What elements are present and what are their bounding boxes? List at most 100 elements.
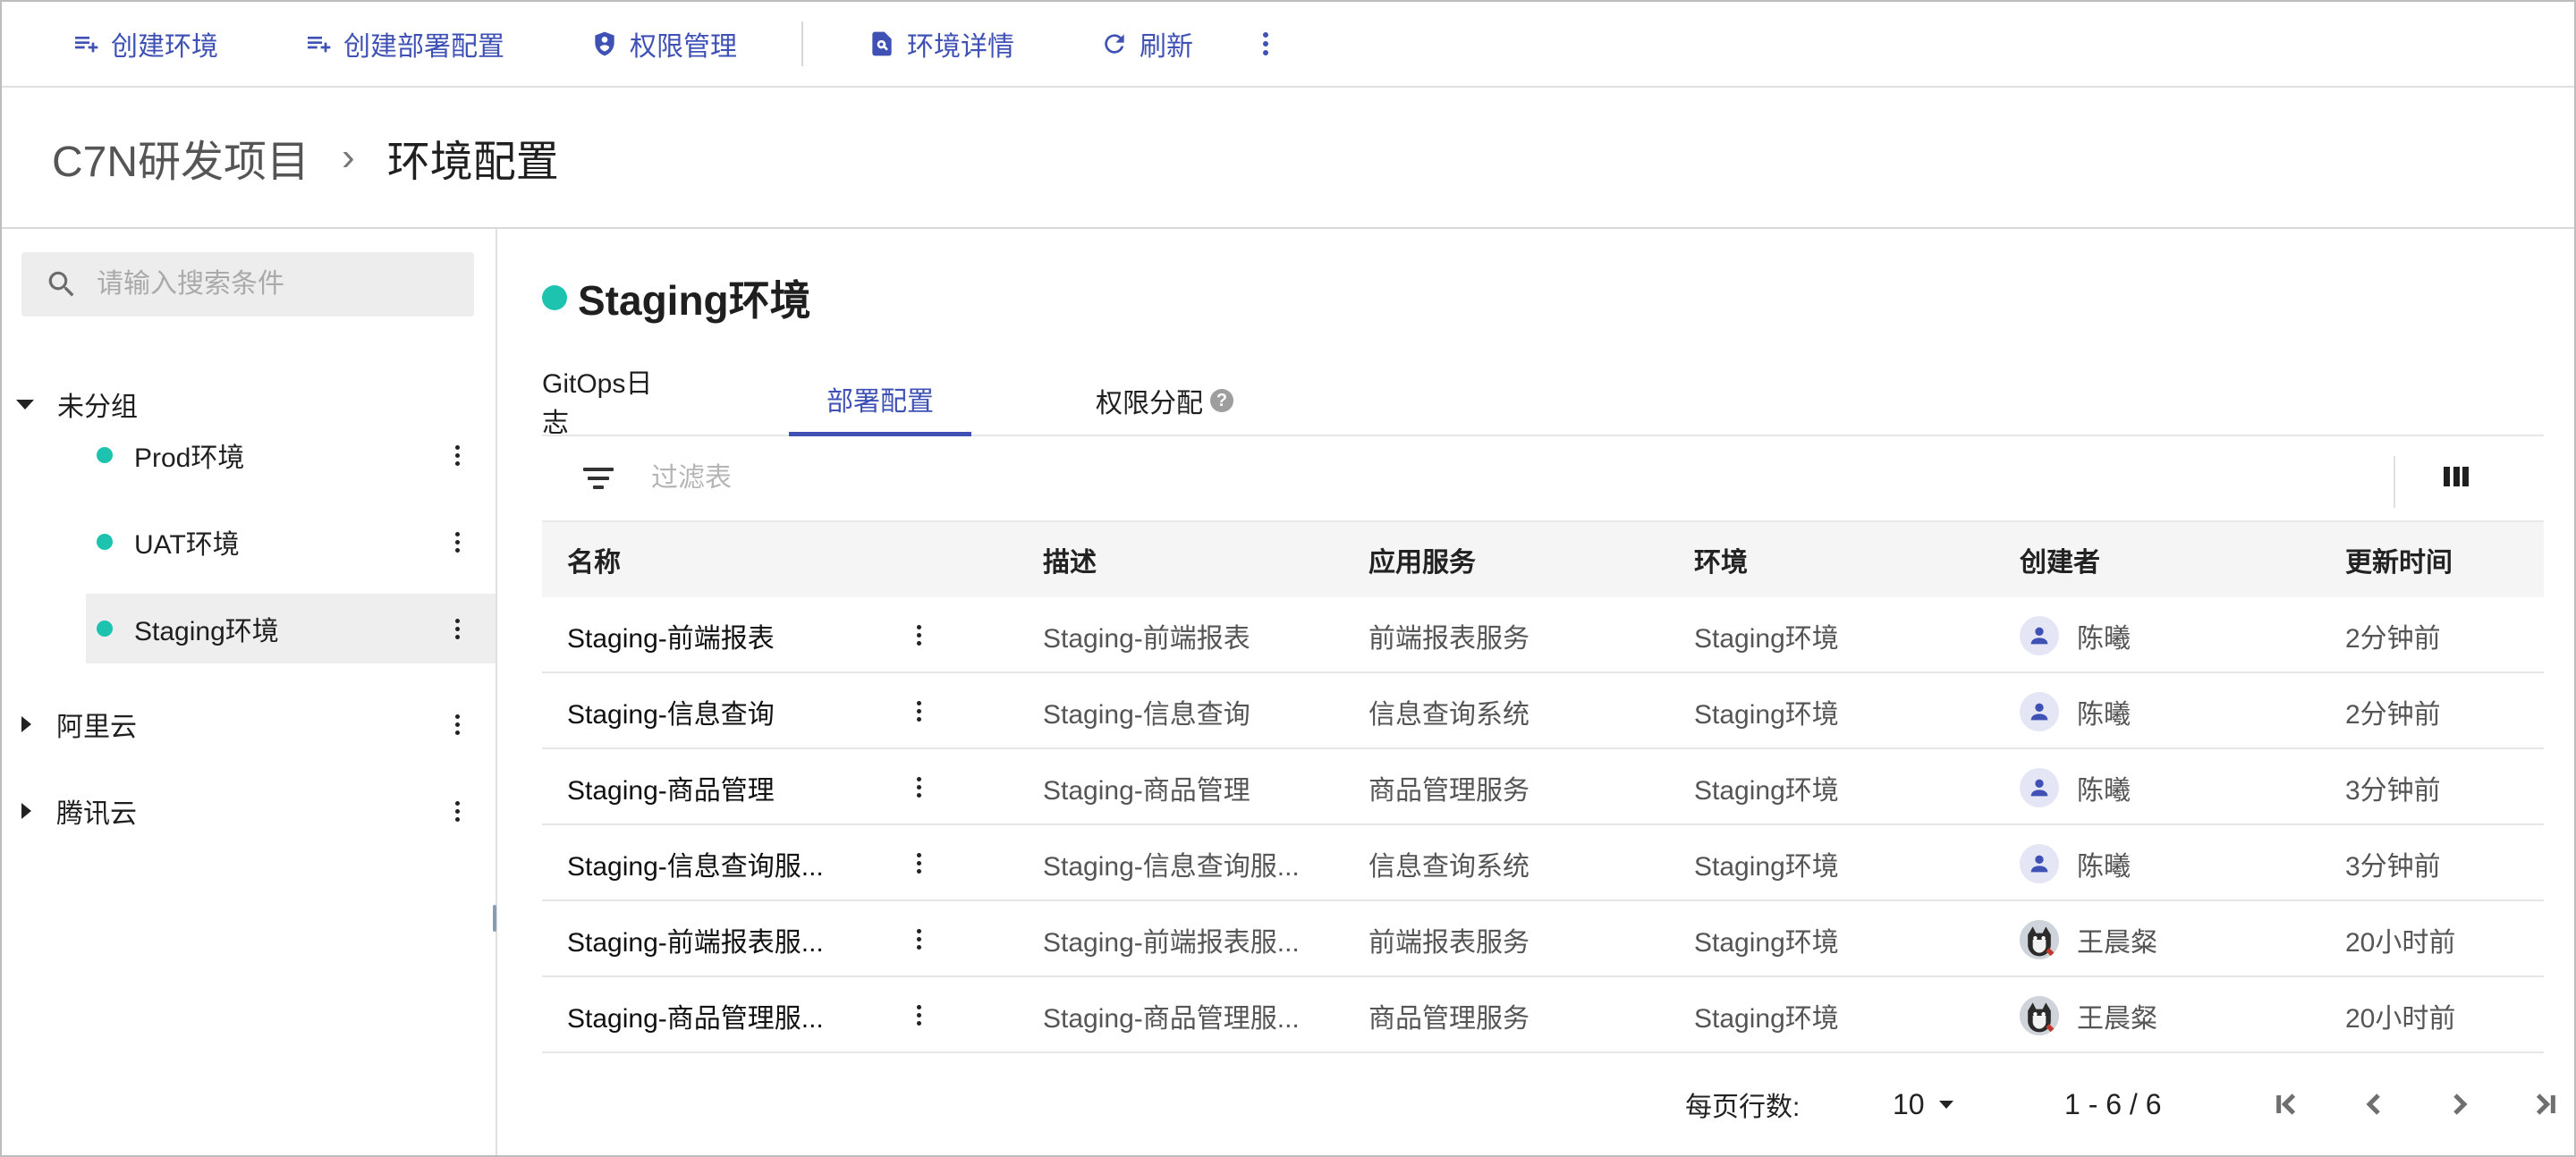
- table-row[interactable]: Staging-商品管理 Staging-商品管理 商品管理服务 Staging环境 陈…: [542, 749, 2544, 825]
- status-dot: [97, 447, 113, 463]
- filter-input[interactable]: [651, 463, 2082, 494]
- env-label: Staging环境: [134, 617, 279, 646]
- column-header-service[interactable]: 应用服务: [1368, 540, 1476, 579]
- table-row[interactable]: Staging-信息查询 Staging-信息查询 信息查询系统 Staging环境 陈…: [542, 673, 2544, 749]
- rows-per-page-label: 每页行数:: [1685, 1093, 1801, 1122]
- prev-page-icon[interactable]: [2356, 1086, 2392, 1122]
- row-creator: 王晨粲: [2020, 901, 2157, 977]
- row-creator: 陈曦: [2020, 673, 2131, 749]
- more-vert-icon[interactable]: [444, 793, 470, 829]
- row-service: 前端报表服务: [1368, 927, 1530, 958]
- row-desc: Staging-前端报表: [1043, 623, 1250, 654]
- create-deploy-config-button[interactable]: 创建部署配置: [304, 24, 504, 63]
- caret-right-icon[interactable]: [21, 716, 31, 732]
- rows-per-page-select[interactable]: 10: [1893, 1073, 1953, 1136]
- sidebar-item-staging[interactable]: Staging环境: [86, 594, 496, 663]
- app-window: 创建环境 创建部署配置 权限管理 环境详情 刷新 C7N研发项目 › 环境配置: [0, 0, 2576, 1157]
- avatar: [2020, 843, 2059, 883]
- table-body: Staging-前端报表 Staging-前端报表 前端报表服务 Staging环境陈…: [542, 597, 2544, 1053]
- more-vert-icon[interactable]: [444, 524, 470, 560]
- more-vert-icon[interactable]: [444, 437, 470, 473]
- column-header-env[interactable]: 环境: [1694, 540, 1748, 579]
- sidebar-resize-handle[interactable]: [493, 905, 496, 932]
- pagination: 每页行数: 10 1 - 6 / 6: [542, 1073, 2555, 1136]
- create-deploy-config-label: 创建部署配置: [343, 32, 504, 62]
- chevron-right-icon: ›: [342, 135, 355, 179]
- more-vert-icon[interactable]: [444, 611, 470, 646]
- column-header-name[interactable]: 名称: [567, 540, 621, 579]
- row-name[interactable]: Staging-信息查询: [567, 673, 775, 749]
- creator-name: 王晨粲: [2077, 1003, 2157, 1034]
- avatar: [2020, 691, 2059, 731]
- caret-down-icon[interactable]: [16, 399, 34, 410]
- refresh-icon: [1105, 34, 1124, 54]
- caret-right-icon[interactable]: [21, 803, 31, 819]
- help-icon[interactable]: ?: [1210, 389, 1233, 412]
- row-more-vert-icon[interactable]: [905, 997, 932, 1033]
- env-title-text: Staging环境: [578, 277, 811, 324]
- refresh-button[interactable]: 刷新: [1100, 24, 1193, 63]
- avatar: [2020, 995, 2059, 1035]
- more-vert-icon[interactable]: [444, 706, 470, 742]
- toolbar: 创建环境 创建部署配置 权限管理 环境详情 刷新: [2, 2, 2574, 88]
- first-page-icon[interactable]: [2268, 1086, 2304, 1122]
- sidebar-item-uat[interactable]: UAT环境: [86, 507, 496, 577]
- filter-icon[interactable]: [578, 458, 619, 499]
- breadcrumb: C7N研发项目 › 环境配置: [2, 88, 2574, 229]
- env-detail-button[interactable]: 环境详情: [868, 24, 1014, 63]
- row-name[interactable]: Staging-商品管理: [567, 749, 775, 825]
- doc-search-icon: [872, 31, 892, 56]
- table-row[interactable]: Staging-商品管理服... Staging-商品管理服... 商品管理服务 St…: [542, 977, 2544, 1053]
- row-desc: Staging-信息查询服...: [1043, 851, 1300, 882]
- avatar: [2020, 767, 2059, 807]
- row-more-vert-icon[interactable]: [905, 769, 932, 805]
- row-updated: 3分钟前: [2345, 775, 2441, 806]
- refresh-label: 刷新: [1140, 32, 1193, 62]
- next-page-icon[interactable]: [2442, 1086, 2478, 1122]
- sidebar-item-prod[interactable]: Prod环境: [86, 420, 496, 490]
- table-row[interactable]: Staging-前端报表服... Staging-前端报表服... 前端报表服务 St…: [542, 901, 2544, 977]
- status-dot: [97, 534, 113, 550]
- row-more-vert-icon[interactable]: [905, 921, 932, 957]
- column-header-updated[interactable]: 更新时间: [2345, 540, 2453, 579]
- row-updated: 20小时前: [2345, 927, 2456, 958]
- creator-name: 陈曦: [2077, 775, 2131, 806]
- breadcrumb-project[interactable]: C7N研发项目: [52, 126, 309, 189]
- row-env: Staging环境: [1694, 1003, 1839, 1034]
- env-tree-sidebar: 未分组 Prod环境 UAT环境 Staging环境 阿里云 腾讯云: [2, 229, 497, 1155]
- permission-mgmt-label: 权限管理: [630, 32, 737, 62]
- row-service: 商品管理服务: [1368, 1003, 1530, 1034]
- group-label: 腾讯云: [56, 799, 137, 829]
- row-service: 前端报表服务: [1368, 623, 1530, 654]
- row-more-vert-icon[interactable]: [905, 693, 932, 729]
- column-settings-icon[interactable]: [2444, 467, 2469, 486]
- table-row[interactable]: Staging-前端报表 Staging-前端报表 前端报表服务 Staging环境 陈…: [542, 597, 2544, 673]
- tab-permission[interactable]: 权限分配 ?: [1075, 365, 1254, 436]
- tab-gitops-log[interactable]: GitOps日志: [542, 365, 671, 438]
- env-label: UAT环境: [134, 530, 240, 560]
- search-box: [21, 252, 474, 317]
- search-input[interactable]: [97, 269, 454, 300]
- row-name[interactable]: Staging-前端报表服...: [567, 901, 824, 977]
- permission-mgmt-button[interactable]: 权限管理: [590, 24, 737, 63]
- create-env-button[interactable]: 创建环境: [72, 24, 218, 63]
- row-name[interactable]: Staging-信息查询服...: [567, 825, 824, 901]
- tab-deploy-config[interactable]: 部署配置: [789, 365, 971, 436]
- group-tencent-cloud[interactable]: 腾讯云: [2, 784, 497, 838]
- row-env: Staging环境: [1694, 851, 1839, 882]
- page-range: 1 - 6 / 6: [2064, 1087, 2162, 1120]
- row-name[interactable]: Staging-商品管理服...: [567, 977, 824, 1053]
- row-more-vert-icon[interactable]: [905, 617, 932, 653]
- row-service: 信息查询系统: [1368, 851, 1530, 882]
- column-header-desc[interactable]: 描述: [1043, 540, 1097, 579]
- row-updated: 3分钟前: [2345, 851, 2441, 882]
- row-name[interactable]: Staging-前端报表: [567, 597, 775, 673]
- status-dot: [542, 285, 567, 310]
- group-aliyun[interactable]: 阿里云: [2, 697, 497, 751]
- row-service: 信息查询系统: [1368, 699, 1530, 730]
- table-row[interactable]: Staging-信息查询服... Staging-信息查询服... 信息查询系统 St…: [542, 825, 2544, 901]
- row-more-vert-icon[interactable]: [905, 845, 932, 881]
- column-header-creator[interactable]: 创建者: [2020, 540, 2100, 579]
- last-page-icon[interactable]: [2528, 1086, 2563, 1122]
- more-actions-icon[interactable]: [1252, 26, 1279, 62]
